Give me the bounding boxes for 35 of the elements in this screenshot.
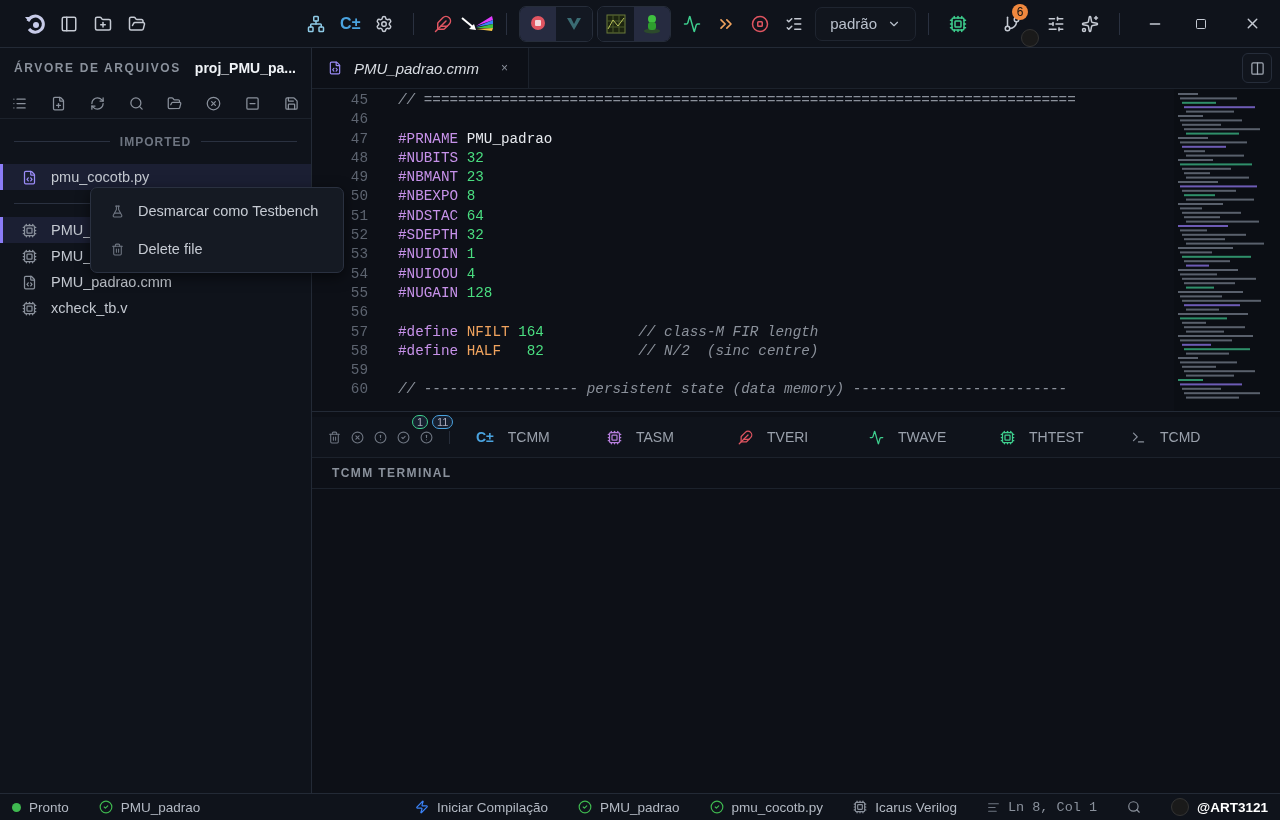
line-number: 46 — [349, 111, 369, 130]
code-line: // ------------------ persistent state (data memory) ------------------------- — [398, 381, 1068, 400]
line-number: 53 — [349, 246, 369, 265]
section-heading: IMPORTED — [119, 134, 192, 149]
line-number: 60 — [349, 381, 369, 400]
count-badge: 11 — [432, 414, 454, 429]
code-line: #NBEXPO 8 — [398, 188, 476, 207]
line-number: 49 — [349, 169, 369, 188]
cmm-icon: C± — [476, 429, 494, 445]
count-badge: 1 — [412, 414, 429, 429]
line-number: 47 — [349, 130, 369, 149]
line-number: 50 — [349, 188, 369, 207]
line-number: 48 — [349, 149, 369, 168]
code-line: #SDEPTH 32 — [398, 227, 484, 246]
code-line: #define HALF 82 // N/2 (sinc centre) — [398, 342, 819, 361]
line-number: 54 — [349, 265, 369, 284]
code-line: #NDSTAC 64 — [398, 207, 484, 226]
line-number: 58 — [349, 342, 369, 361]
line-number: 57 — [349, 323, 369, 342]
line-number: 55 — [349, 284, 369, 303]
line-number: 45 — [349, 92, 369, 110]
code-line: #define NFILT 164 // class-M FIR length — [398, 323, 819, 342]
code-line: #PRNAME PMU_padrao — [398, 130, 553, 149]
code-line: #NUGAIN 128 — [398, 284, 493, 303]
terminal-title: TCMM TERMINAL — [332, 466, 452, 480]
notification-badge: 6 — [1012, 3, 1028, 20]
line-number: 56 — [349, 304, 369, 323]
code-line: #NUBITS 32 — [398, 149, 484, 168]
code-line: // ============================================================================ — [398, 92, 1076, 110]
line-number: 59 — [349, 362, 369, 381]
line-number: 52 — [349, 227, 369, 246]
code-line: #NUIOOU 4 — [398, 265, 476, 284]
sidebar-title: ÁRVORE DE ARQUIVOS — [14, 61, 181, 75]
code-line: #NUIOIN 1 — [398, 246, 476, 265]
code-line: #NBMANT 23 — [398, 169, 484, 188]
